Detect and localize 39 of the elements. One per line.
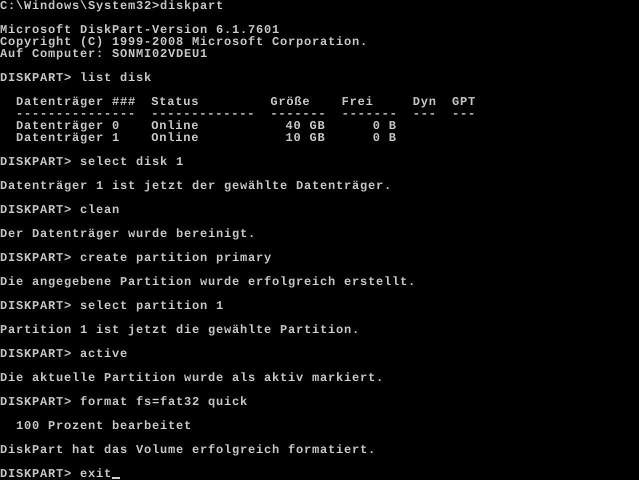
table-cell-text: Datenträger 0 (16, 120, 122, 132)
column-header: Datenträger ### (16, 96, 136, 108)
column-header: Frei (342, 96, 375, 108)
column-header: GPT (452, 96, 476, 108)
header-rule: --- (452, 108, 476, 120)
command-line: DISKPART> exit (0, 468, 112, 480)
column-header: Status (151, 96, 200, 108)
output-line: Datenträger 1 ist jetzt der gewählte Datenträger. (0, 180, 392, 192)
output-line: DiskPart hat das Volume erfolgreich formatiert. (0, 444, 376, 456)
command-line: DISKPART> select disk 1 (0, 156, 184, 168)
table-cell-text: 0 B (372, 120, 397, 132)
output-line: Auf Computer: SONMI02VDEU1 (0, 48, 208, 60)
header-rule: ------------- (151, 108, 254, 120)
header-rule: ------- (342, 108, 397, 120)
output-line: Partition 1 ist jetzt die gewählte Partition. (0, 324, 360, 336)
progress-text: 100 Prozent bearbeitet (16, 420, 192, 432)
output-line: Die angegebene Partition wurde erfolgreich erstellt. (0, 276, 416, 288)
command-line: DISKPART> list disk (0, 72, 152, 84)
command-line: DISKPART> clean (0, 204, 120, 216)
header-rule: --- (412, 108, 436, 120)
column-header: Dyn (412, 96, 436, 108)
output-line: Der Datenträger wurde bereinigt. (0, 228, 256, 240)
command-line: DISKPART> select partition 1 (0, 300, 224, 312)
command-line: DISKPART> format fs=fat32 quick (0, 396, 248, 408)
output-line: Copyright (C) 1999-2008 Microsoft Corporation. (0, 36, 368, 48)
command-line: DISKPART> create partition primary (0, 252, 272, 264)
table-cell-text: Online (151, 120, 200, 132)
column-header: Größe (270, 96, 312, 108)
header-rule: ------- (270, 108, 326, 120)
command-line: C:\Windows\System32>diskpart (0, 0, 224, 12)
table-cell-text: Datenträger 1 (16, 132, 122, 144)
header-rule: --------------- (16, 108, 136, 120)
table-cell-text: 10 GB (284, 132, 326, 144)
output-line: Die aktuelle Partition wurde als aktiv markiert. (0, 372, 384, 384)
table-cell-text: 40 GB (284, 120, 326, 132)
table-cell-text: 0 B (372, 132, 397, 144)
output-line: Microsoft DiskPart-Version 6.1.7601 (0, 24, 280, 36)
table-cell-text: Online (151, 132, 200, 144)
command-line: DISKPART> active (0, 348, 128, 360)
